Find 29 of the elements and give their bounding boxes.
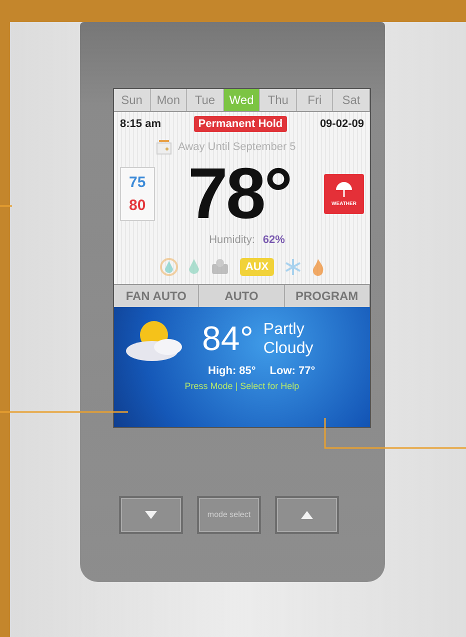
hold-badge: Permanent Hold [194,116,287,132]
humidity-value: 62% [262,234,285,246]
forecast-condition: Partly Cloudy [263,320,314,358]
up-button[interactable] [275,496,339,534]
date-text: 09-02-09 [320,118,364,130]
umbrella-icon [334,181,354,199]
away-text: Away Until September 5 [178,141,296,153]
day-tab[interactable]: Sat [333,89,370,111]
help-hint: Press Mode | Select for Help [184,381,300,391]
leader-line [0,205,12,207]
down-triangle-icon [145,511,157,519]
aux-label: AUX [240,258,274,276]
setpoint-value: 75 [129,174,146,191]
up-triangle-icon [301,511,313,519]
temperature-reading: 78° [186,158,292,230]
low-temperature: Low: 77° [270,365,316,377]
high-temperature: High: 85° [208,365,256,377]
forecast-temperature: 84° [202,320,254,358]
setpoint-value: 80 [129,197,146,214]
day-tab[interactable]: Mon [150,89,188,111]
clock-time: 8:15 am [120,118,161,130]
mode-select-button[interactable]: mode select [197,496,261,534]
down-button[interactable] [119,496,183,534]
day-tab[interactable]: Thu [260,89,297,111]
day-tab[interactable]: Wed [224,89,260,111]
day-tab[interactable]: Sun [114,89,151,111]
day-tab[interactable]: Fri [296,89,334,111]
suitcase-icon [156,139,172,155]
humidity-label: Humidity: [209,234,255,246]
